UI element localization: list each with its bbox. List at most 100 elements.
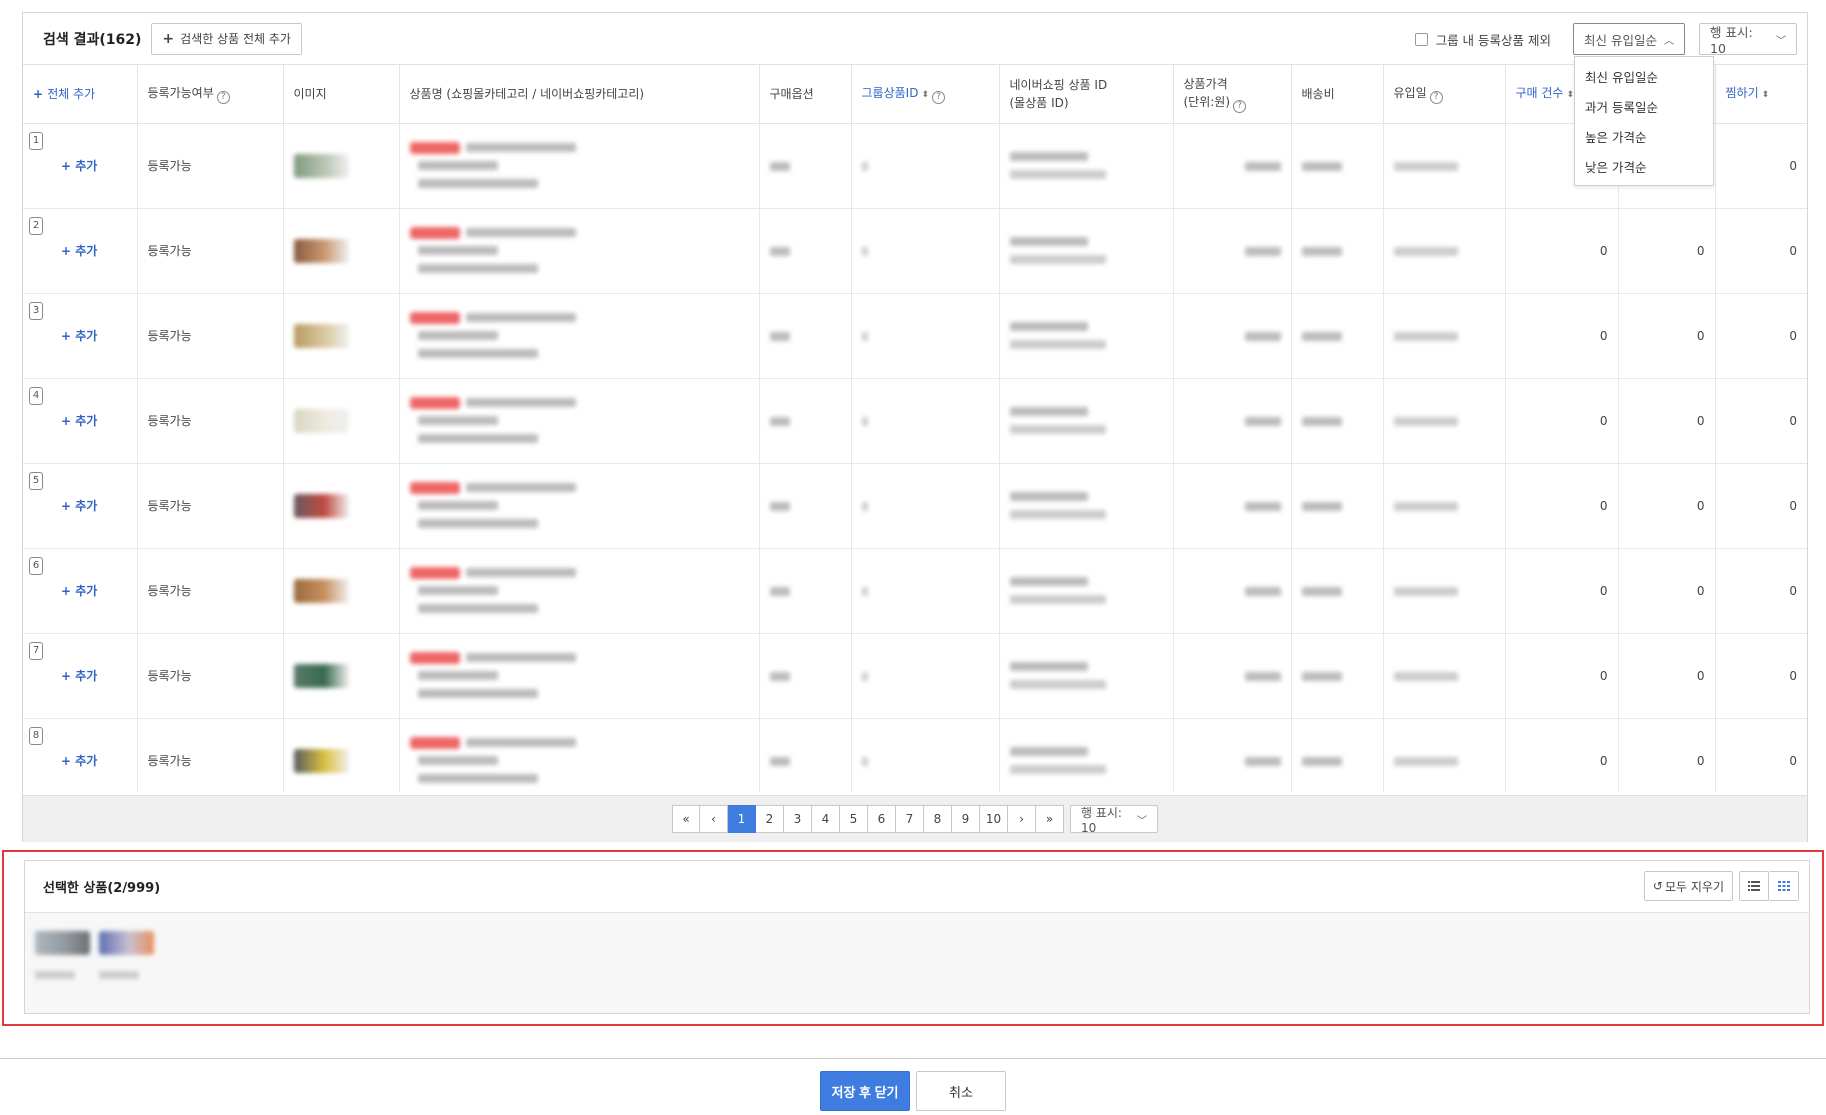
page-button[interactable]: 4: [812, 805, 840, 833]
exclude-registered-checkbox[interactable]: [1414, 32, 1428, 46]
page-button[interactable]: 6: [868, 805, 896, 833]
selected-product-thumbnail[interactable]: [99, 931, 154, 979]
list-view-button[interactable]: [1739, 871, 1769, 901]
page-button[interactable]: 10: [980, 805, 1008, 833]
page-button[interactable]: 1: [728, 805, 756, 833]
sort-select[interactable]: 최신 유입일순 ︿: [1573, 23, 1685, 55]
prev-page-button[interactable]: ‹: [700, 805, 728, 833]
row-shipping-cell: [1291, 718, 1384, 792]
exclude-registered-toggle[interactable]: 그룹 내 등록상품 제외: [1414, 30, 1551, 49]
sort-icon[interactable]: ⬍: [1762, 90, 1770, 100]
row-group-id-cell: [851, 463, 1000, 549]
row-price-cell: [1173, 633, 1292, 719]
results-table: + 전체 추가 등록가능여부? 이미지 상품명 (쇼핑몰카테고리 / 네이버쇼핑…: [23, 65, 1807, 792]
product-thumbnail: [293, 663, 349, 688]
help-icon[interactable]: ?: [1429, 90, 1443, 104]
row-add-button[interactable]: + 추가: [61, 499, 97, 513]
row-inflow-date-cell: [1383, 463, 1506, 549]
row-status: 등록가능: [137, 463, 284, 549]
selected-products-list: [25, 913, 1809, 1013]
row-add-button[interactable]: + 추가: [61, 329, 97, 343]
clear-all-label: 모두 지우기: [1664, 879, 1724, 894]
add-all-searched-button[interactable]: + 검색한 상품 전체 추가: [151, 22, 302, 55]
product-name-header: 상품명 (쇼핑몰카테고리 / 네이버쇼핑카테고리): [399, 65, 760, 124]
pagination-bar: « ‹ 1 2 3 4 5 6 7 8 9 10 › » 행 표시: 10 ﹀: [23, 795, 1807, 842]
last-page-button[interactable]: »: [1036, 805, 1064, 833]
row-add-button[interactable]: + 추가: [61, 754, 97, 768]
row-naver-id-cell: [999, 378, 1174, 464]
results-header: 검색 결과(162) + 검색한 상품 전체 추가 그룹 내 등록상품 제외 최…: [23, 13, 1807, 65]
redacted-product-name: [409, 309, 749, 363]
redacted-product-name: [409, 479, 749, 533]
row-purchase-count: 0: [1505, 208, 1619, 294]
help-icon[interactable]: ?: [932, 90, 945, 104]
clear-all-button[interactable]: ↺ 모두 지우기: [1643, 871, 1733, 901]
product-thumbnail: [293, 748, 349, 773]
row-option-cell: [759, 123, 852, 209]
row-status: 등록가능: [137, 633, 284, 719]
row-price-cell: [1173, 718, 1292, 792]
wishlist-header[interactable]: 찜하기 ⬍: [1715, 65, 1807, 124]
row-naver-id-cell: [999, 633, 1174, 719]
row-purchase-count: 0: [1505, 548, 1619, 634]
page-button[interactable]: 9: [952, 805, 980, 833]
row-add-button[interactable]: + 추가: [61, 244, 97, 258]
page-button[interactable]: 7: [896, 805, 924, 833]
sort-selected-value: 최신 유입일순: [1584, 32, 1657, 48]
pager-rows-value: 행 표시: 10: [1081, 805, 1122, 835]
row-shipping-cell: [1291, 378, 1384, 464]
redacted-product-name: [409, 394, 749, 448]
rows-per-page-select[interactable]: 행 표시: 10 ﹀: [1699, 23, 1797, 56]
table-header-row: + 전체 추가 등록가능여부? 이미지 상품명 (쇼핑몰카테고리 / 네이버쇼핑…: [23, 65, 1807, 124]
row-product-name-cell: [399, 293, 760, 379]
row-add-button[interactable]: + 추가: [61, 414, 97, 428]
row-number: 8: [29, 726, 43, 745]
row-add-button[interactable]: + 추가: [61, 584, 97, 598]
page-button[interactable]: 2: [756, 805, 784, 833]
row-wishlist-count: 0: [1715, 208, 1807, 294]
next-page-button[interactable]: ›: [1008, 805, 1036, 833]
row-image-cell: [283, 548, 400, 634]
row-hidden-value: 0: [1618, 718, 1716, 792]
row-number: 3: [29, 301, 43, 320]
sort-option-latest-inflow[interactable]: 최신 유입일순: [1575, 63, 1713, 93]
sort-option-low-price[interactable]: 낮은 가격순: [1575, 153, 1713, 183]
inflow-date-header: 유입일?: [1383, 65, 1506, 124]
row-option-cell: [759, 463, 852, 549]
row-add-cell: 2 + 추가: [23, 208, 138, 294]
row-price-cell: [1173, 123, 1292, 209]
row-product-name-cell: [399, 463, 760, 549]
selected-product-thumbnail[interactable]: [35, 931, 90, 979]
row-wishlist-count: 0: [1715, 633, 1807, 719]
row-image-cell: [283, 718, 400, 792]
row-option-cell: [759, 378, 852, 464]
first-page-button[interactable]: «: [672, 805, 700, 833]
sort-icon[interactable]: ⬍: [921, 90, 929, 100]
row-option-cell: [759, 718, 852, 792]
sort-icon[interactable]: ⬍: [1566, 90, 1574, 100]
page-button[interactable]: 3: [784, 805, 812, 833]
group-id-header[interactable]: 그룹상품ID ⬍?: [851, 65, 1000, 124]
table-row: 6 + 추가 등록가능 0 0 0: [23, 548, 1807, 634]
row-add-button[interactable]: + 추가: [61, 159, 97, 173]
sort-option-high-price[interactable]: 높은 가격순: [1575, 123, 1713, 153]
grid-view-button[interactable]: [1769, 871, 1799, 901]
help-icon[interactable]: ?: [216, 90, 230, 104]
row-image-cell: [283, 463, 400, 549]
row-status: 등록가능: [137, 293, 284, 379]
row-add-button[interactable]: + 추가: [61, 669, 97, 683]
cancel-button[interactable]: 취소: [916, 1071, 1006, 1111]
results-table-wrap[interactable]: + 전체 추가 등록가능여부? 이미지 상품명 (쇼핑몰카테고리 / 네이버쇼핑…: [23, 65, 1807, 792]
help-icon[interactable]: ?: [1233, 99, 1247, 113]
reset-icon: ↺: [1652, 879, 1663, 893]
sort-option-oldest-registered[interactable]: 과거 등록일순: [1575, 93, 1713, 123]
pager-rows-select[interactable]: 행 표시: 10 ﹀: [1070, 805, 1158, 835]
redacted-product-name: [409, 139, 749, 193]
add-all-header-button[interactable]: + 전체 추가: [23, 65, 138, 124]
page-button[interactable]: 8: [924, 805, 952, 833]
row-status: 등록가능: [137, 123, 284, 209]
plus-icon: +: [162, 30, 175, 47]
save-and-close-button[interactable]: 저장 후 닫기: [820, 1071, 910, 1111]
page-button[interactable]: 5: [840, 805, 868, 833]
table-row: 4 + 추가 등록가능 0 0 0: [23, 378, 1807, 464]
